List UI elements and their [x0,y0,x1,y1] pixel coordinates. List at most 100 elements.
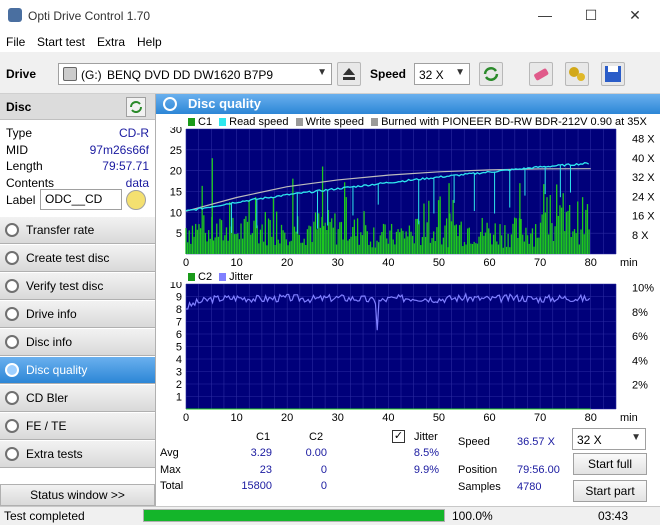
stats-avg-label: Avg [160,447,179,459]
label-input[interactable]: ODC__CD [40,189,122,210]
nav-label: FE / TE [26,419,67,433]
x-tick-label: 50 [433,412,445,424]
y-tick-label: 8 [176,304,182,316]
maximize-button[interactable]: ☐ [568,0,614,31]
y-tick-label: 30 [170,127,182,136]
y-tick-label: 5 [176,228,182,240]
erase-button[interactable] [529,62,553,86]
stats-avg-c1: 3.29 [250,447,272,459]
x-tick-label: 60 [483,257,495,269]
nav-label: Drive info [26,307,77,321]
stats-total-label: Total [160,480,184,492]
disc-icon [5,279,19,293]
y2-tick-label: 6% [632,331,648,343]
window-title: Opti Drive Control 1.70 [28,9,151,23]
nav-label: Verify test disc [26,279,104,293]
menu-help[interactable]: Help [137,35,162,49]
eject-button[interactable] [337,62,361,86]
x-axis-unit: min [620,412,638,424]
disc-icon [5,447,19,461]
x-axis-unit: min [620,257,638,269]
stats-max-c1: 23 [259,463,272,476]
jitter-checkbox[interactable]: ✓ [392,430,405,443]
y-tick-label: 10 [170,282,182,291]
x-tick-label: 0 [183,257,189,269]
y2-tick-label: 4% [632,355,648,367]
menu-start-test[interactable]: Start test [37,35,85,49]
y2-tick-label: 10% [632,283,654,295]
close-button[interactable]: ✕ [612,0,658,31]
x-tick-label: 60 [483,412,495,424]
save-button[interactable] [601,62,625,86]
speed-readout-label: Speed [458,436,490,448]
x-tick-label: 70 [534,412,546,424]
disc-refresh-button[interactable] [126,97,146,117]
speed-value: 32 X [419,68,444,82]
status-window-button[interactable]: Status window >> [0,484,155,506]
nav-label: Create test disc [26,251,110,265]
position-label: Position [458,464,498,476]
refresh-button[interactable] [479,62,503,86]
stats-col-c1: C1 [256,431,271,443]
y-tick-label: 10 [170,207,182,219]
test-speed-select[interactable]: 32 X ▼ [572,428,646,450]
x-tick-label: 80 [585,257,597,269]
drive-name: BENQ DVD DD DW1620 B7P9 [107,68,274,82]
y2-tick-label: 8 X [632,230,649,242]
stats-total-c1: 15800 [241,480,272,492]
label-apply-button[interactable] [126,190,146,210]
jitter-label: Jitter [414,431,438,443]
nav-extra-tests[interactable]: Extra tests [0,441,155,468]
nav-disc-info[interactable]: Disc info [0,329,155,356]
minimize-button[interactable]: — [522,0,568,31]
progress-percent: 100.0% [452,509,493,523]
y-tick-label: 2 [176,379,182,391]
x-tick-label: 50 [433,257,445,269]
drive-select[interactable]: (G:) BENQ DVD DD DW1620 B7P9 ▼ [58,63,332,85]
nav-fe-te[interactable]: FE / TE [0,413,155,440]
position-value: 79:56.00 [517,464,560,476]
speed-readout-value: 36.57 X [517,436,555,448]
start-full-button[interactable]: Start full [573,453,647,475]
menu-file[interactable]: File [6,35,25,49]
chart-c2-jitter: 123456789100 10 20 30 40 50 60 70 80 min2%4%6%8%1… [170,282,654,424]
nav-cd-bler[interactable]: CD Bler [0,385,155,412]
y-tick-label: 4 [176,354,182,366]
x-tick-label: 40 [382,257,394,269]
chevron-down-icon: ▼ [631,432,641,443]
save-icon [605,66,621,82]
progress-bar [143,509,445,522]
disc-icon [5,251,19,265]
x-tick-label: 80 [585,412,597,424]
y-tick-label: 20 [170,166,182,178]
refresh-icon [483,67,499,81]
settings-button[interactable] [565,62,589,86]
x-tick-label: 30 [332,412,344,424]
nav-transfer-rate[interactable]: Transfer rate [0,217,155,244]
disc-icon [5,363,19,377]
x-tick-label: 70 [534,257,546,269]
y2-tick-label: 16 X [632,211,655,223]
chart-c1: 5 10 15 20 25 30 0 10 20 30 40 50 60 70 80 min 8 X 16 X 24… [170,127,656,269]
y2-tick-label: 40 X [632,153,655,165]
speed-select[interactable]: 32 X ▼ [414,63,470,85]
x-tick-label: 30 [332,257,344,269]
nav-drive-info[interactable]: Drive info [0,301,155,328]
stats-avg-c2: 0.00 [305,447,327,459]
panel-title: Disc quality [156,94,660,114]
nav-disc-quality[interactable]: Disc quality [0,357,155,384]
samples-label: Samples [458,481,501,493]
nav-label: Disc quality [26,363,88,377]
disc-contents-label: Contents [6,175,55,190]
y-tick-label: 1 [176,392,182,404]
disc-icon [5,391,19,405]
menu-extra[interactable]: Extra [97,35,125,49]
test-speed-value: 32 X [577,433,602,447]
disc-contents-value: data [125,175,149,190]
refresh-icon [130,101,142,113]
start-part-button[interactable]: Start part [573,480,647,502]
nav-create-test-disc[interactable]: Create test disc [0,245,155,272]
nav-verify-test-disc[interactable]: Verify test disc [0,273,155,300]
x-tick-label: 20 [281,412,293,424]
disc-icon [5,335,19,349]
